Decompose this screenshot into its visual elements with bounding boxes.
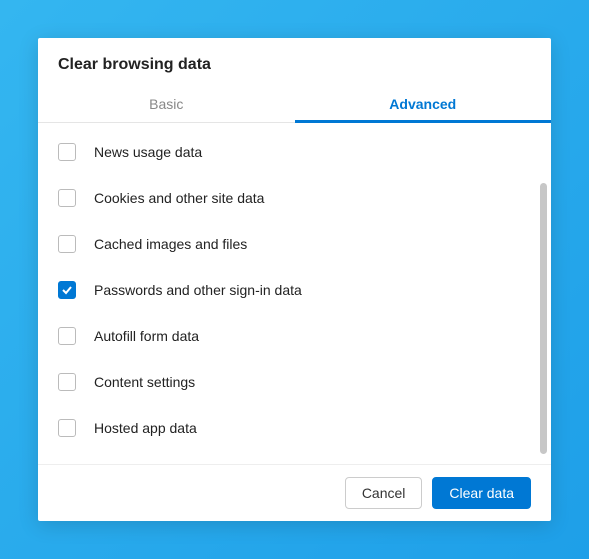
list-item: Cookies and other site data [38,175,551,221]
item-label: Cookies and other site data [94,190,264,206]
item-label: Cached images and files [94,236,247,252]
list-item: Passwords and other sign-in data [38,267,551,313]
scrollbar[interactable] [540,183,547,454]
checkbox-news-usage[interactable] [58,143,76,161]
clear-browsing-data-dialog: Clear browsing data Basic Advanced News … [38,38,551,521]
options-list: News usage data Cookies and other site d… [38,123,551,451]
dialog-footer: Cancel Clear data [38,464,551,521]
item-label: Hosted app data [94,420,197,436]
check-icon [61,284,73,296]
checkbox-cookies[interactable] [58,189,76,207]
clear-data-button[interactable]: Clear data [432,477,531,509]
list-item: News usage data [38,129,551,175]
dialog-title: Clear browsing data [38,38,551,88]
list-item: Content settings [38,359,551,405]
checkbox-content-settings[interactable] [58,373,76,391]
cancel-button[interactable]: Cancel [345,477,423,509]
tab-basic[interactable]: Basic [38,88,295,122]
options-list-wrap: News usage data Cookies and other site d… [38,123,551,464]
item-label: Content settings [94,374,195,390]
checkbox-hosted-app[interactable] [58,419,76,437]
checkbox-passwords[interactable] [58,281,76,299]
checkbox-cached-images[interactable] [58,235,76,253]
list-item: Autofill form data [38,313,551,359]
item-label: Passwords and other sign-in data [94,282,302,298]
list-item: Cached images and files [38,221,551,267]
item-label: Autofill form data [94,328,199,344]
tabs: Basic Advanced [38,88,551,123]
list-item: Hosted app data [38,405,551,451]
tab-advanced[interactable]: Advanced [295,88,552,122]
item-label: News usage data [94,144,202,160]
checkbox-autofill[interactable] [58,327,76,345]
